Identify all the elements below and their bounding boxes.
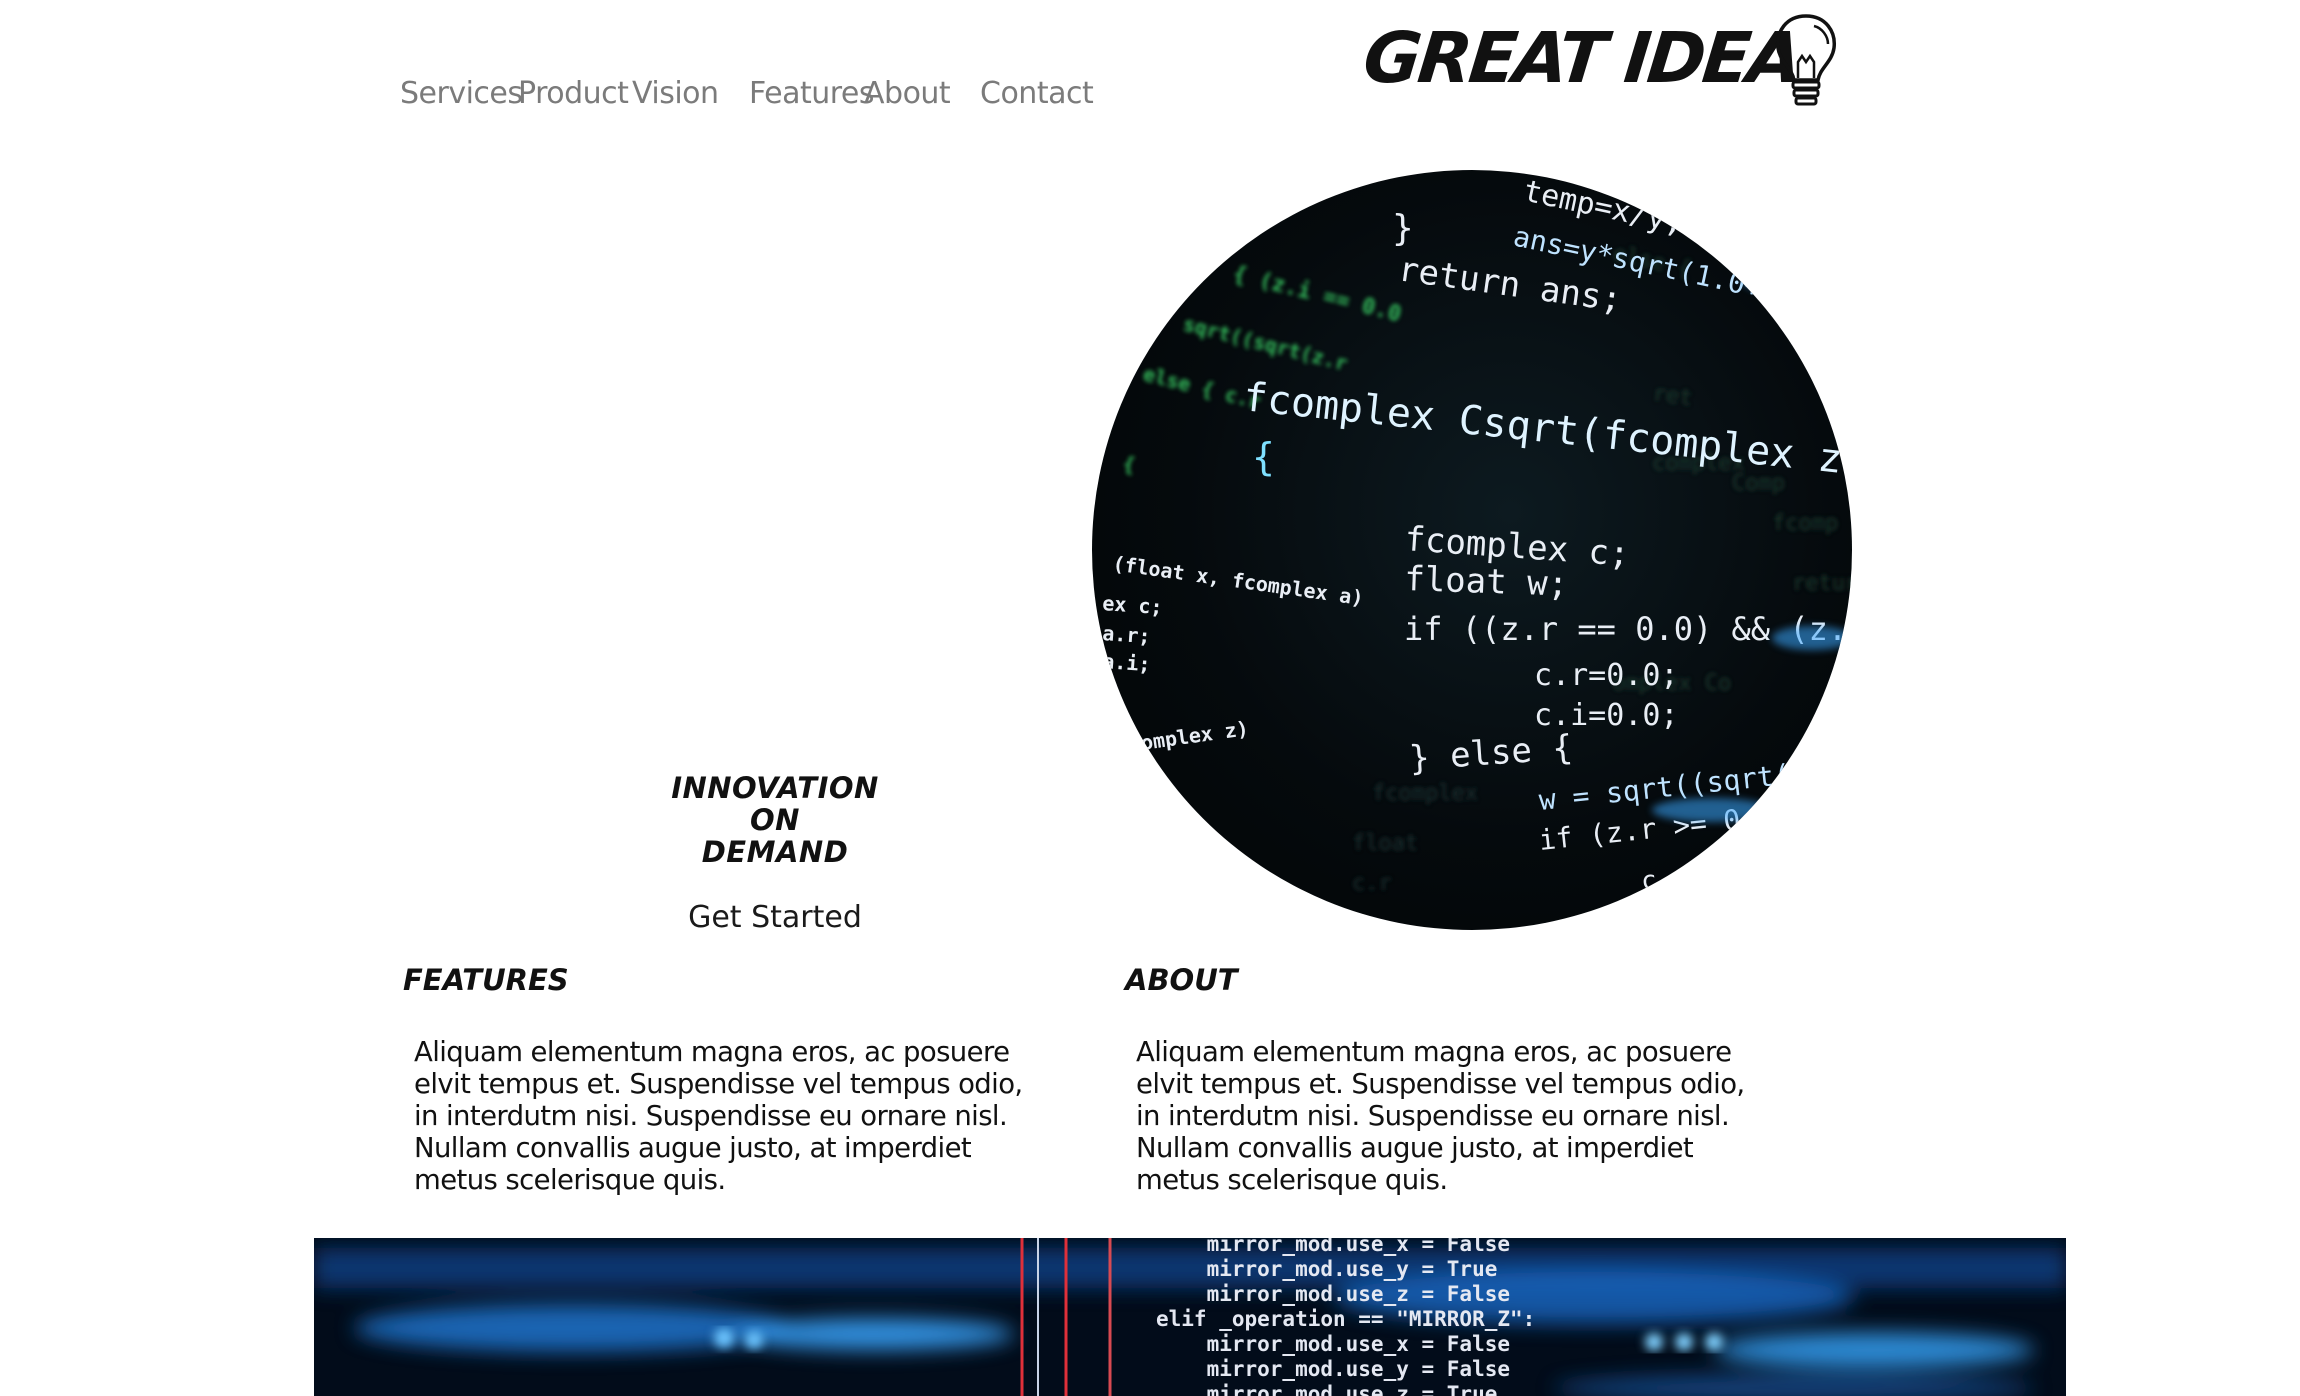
hero-code-line: ret [1651, 381, 1694, 411]
nav-item-product[interactable]: Product [518, 72, 629, 116]
hero-code-line: { (z.i == 0.0 [1231, 262, 1404, 328]
tagline-line-3: DEMAND [701, 835, 849, 869]
tagline: INNOVATION ON DEMAND [640, 772, 910, 868]
hero-code-line: retur [1792, 571, 1852, 596]
get-started-link[interactable]: Get Started [640, 896, 910, 940]
code-glow [1772, 626, 1852, 650]
nav-item-about[interactable]: About [864, 72, 951, 116]
hero-code-line: fcomp [1772, 511, 1838, 536]
hero-code-line: } [1392, 208, 1414, 249]
hero-code-line: sqrt((sqrt(z.r [1181, 312, 1350, 376]
features-heading: FEATURES [403, 963, 569, 997]
hero-code-line: c.i=0.0; [1534, 698, 1679, 733]
tagline-line-2: ON [750, 803, 800, 837]
nav-item-contact[interactable]: Contact [980, 72, 1094, 116]
banner-code-text: mirror_mod.use_x = False mirror_mod.use_… [1156, 1238, 1536, 1396]
code-glow [1652, 798, 1772, 822]
about-body: Aliquam elementum magna eros, ac posuere… [1136, 1036, 1745, 1196]
hero-code-line: c.r=0.0; [1534, 658, 1679, 693]
hero-code-line: a.r; [1102, 621, 1152, 648]
site-logo[interactable]: GREAT IDEA [1360, 10, 1844, 110]
about-heading: ABOUT [1125, 963, 1238, 997]
code-glow [1742, 266, 1842, 294]
hero-code-line: c.r [1352, 871, 1392, 896]
hero-code-line: float [1352, 831, 1418, 856]
nav-item-vision[interactable]: Vision [632, 72, 719, 116]
page: Services Product Vision Features About C… [0, 0, 2300, 1396]
nav-item-services[interactable]: Services [400, 72, 523, 116]
tagline-line-1: INNOVATION [671, 771, 879, 805]
hero-code-line: omplex z) [1139, 716, 1250, 755]
lightbulb-icon [1776, 14, 1836, 106]
hero-code-line: } else { [1408, 728, 1574, 779]
hero-code-line: c.r [1640, 862, 1690, 897]
code-banner-image: mirror_mod.use_x = False mirror_mod.use_… [314, 1238, 2066, 1396]
code-screen-art: else { ret Comp complex fcomp retur ompl… [1102, 174, 1852, 897]
hero-code-line: float w; [1404, 559, 1569, 605]
hero-code-line: ex c; [1102, 591, 1164, 619]
nav-item-features[interactable]: Features [749, 72, 875, 116]
hero-code-line: fcomplex [1372, 781, 1478, 806]
hero-code-line: a.i; [1102, 649, 1152, 676]
hero-code-line: fcomplex Csqrt(fcomplex z) [1241, 374, 1852, 485]
code-screen-image: else { ret Comp complex fcomp retur ompl… [1092, 170, 1852, 930]
features-body: Aliquam elementum magna eros, ac posuere… [414, 1036, 1023, 1196]
hero-code-line: { [1252, 435, 1275, 479]
hero-code-line: { [1121, 451, 1137, 477]
logo-text: GREAT IDEA [1359, 17, 1804, 99]
